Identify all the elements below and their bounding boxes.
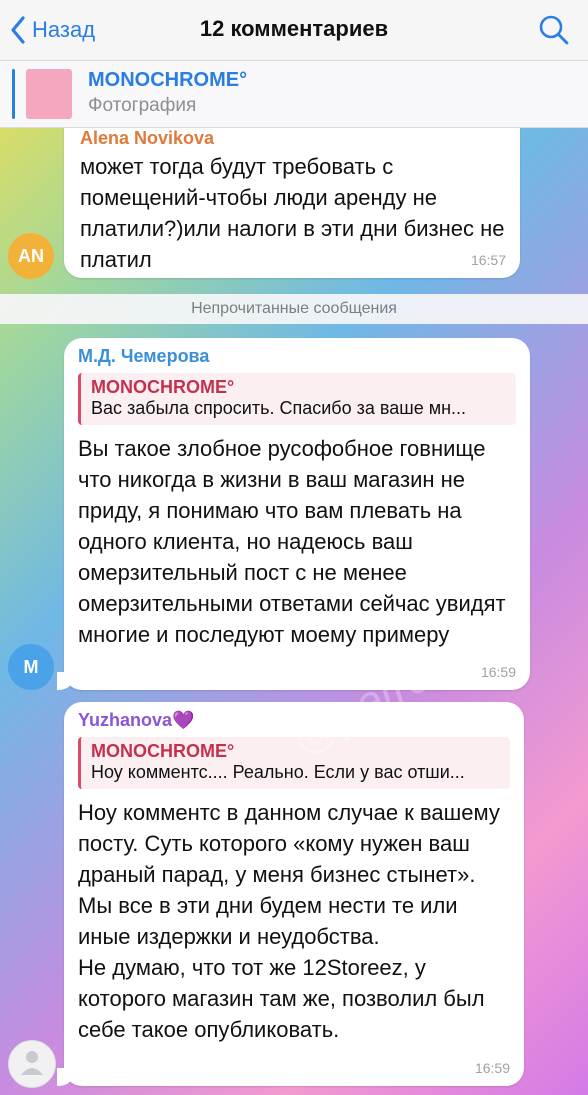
avatar[interactable]: M (8, 644, 54, 690)
avatar-initials: M (23, 656, 39, 677)
message-time: 16:59 (474, 1060, 510, 1076)
message-text: может тогда будут требовать с помещений-… (80, 154, 505, 272)
message-author[interactable]: М.Д. Чемерова (78, 346, 516, 367)
message-text: Ноу комментс в данном случае к вашему по… (78, 800, 500, 1042)
search-button[interactable] (538, 14, 570, 46)
avatar[interactable]: AN (8, 233, 54, 279)
navigation-bar-overlay: Назад 12 комментариев (0, 0, 588, 61)
user-photo-icon (17, 1047, 47, 1082)
reply-text: Ноу комментс.... Реально. Если у вас отш… (91, 762, 465, 782)
pinned-post-overlay: MONOCHROME° Фотография (0, 61, 588, 128)
search-icon (538, 15, 570, 50)
unread-messages-divider: Непрочитанные сообщения (0, 294, 588, 324)
pinned-thumbnail (26, 69, 72, 119)
message-text: Вы такое злобное русофобное говнище что … (78, 436, 506, 647)
page-title: 12 комментариев (199, 16, 389, 41)
message-bubble[interactable]: Alena Novikova может тогда будут требова… (64, 110, 520, 278)
pinned-title: MONOCHROME° (88, 69, 248, 91)
message-time: 16:57 (470, 252, 506, 268)
message-author[interactable]: Alena Novikova (80, 128, 506, 149)
reply-author: MONOCHROME° (91, 377, 235, 397)
message-bubble[interactable]: Yuzhanova💜 MONOCHROME° Ноу комментс.... … (57, 702, 524, 1086)
pinned-subtitle: Фотография (88, 95, 197, 116)
avatar[interactable] (8, 1040, 56, 1088)
reply-quote[interactable]: MONOCHROME° Ноу комментс.... Реально. Ес… (78, 737, 510, 789)
reply-text: Вас забыла спросить. Спасибо за ваше мн.… (91, 398, 467, 418)
avatar-initials: AN (18, 245, 44, 266)
reply-quote[interactable]: MONOCHROME° Вас забыла спросить. Спасибо… (78, 373, 516, 425)
pinned-accent-bar (12, 69, 15, 119)
